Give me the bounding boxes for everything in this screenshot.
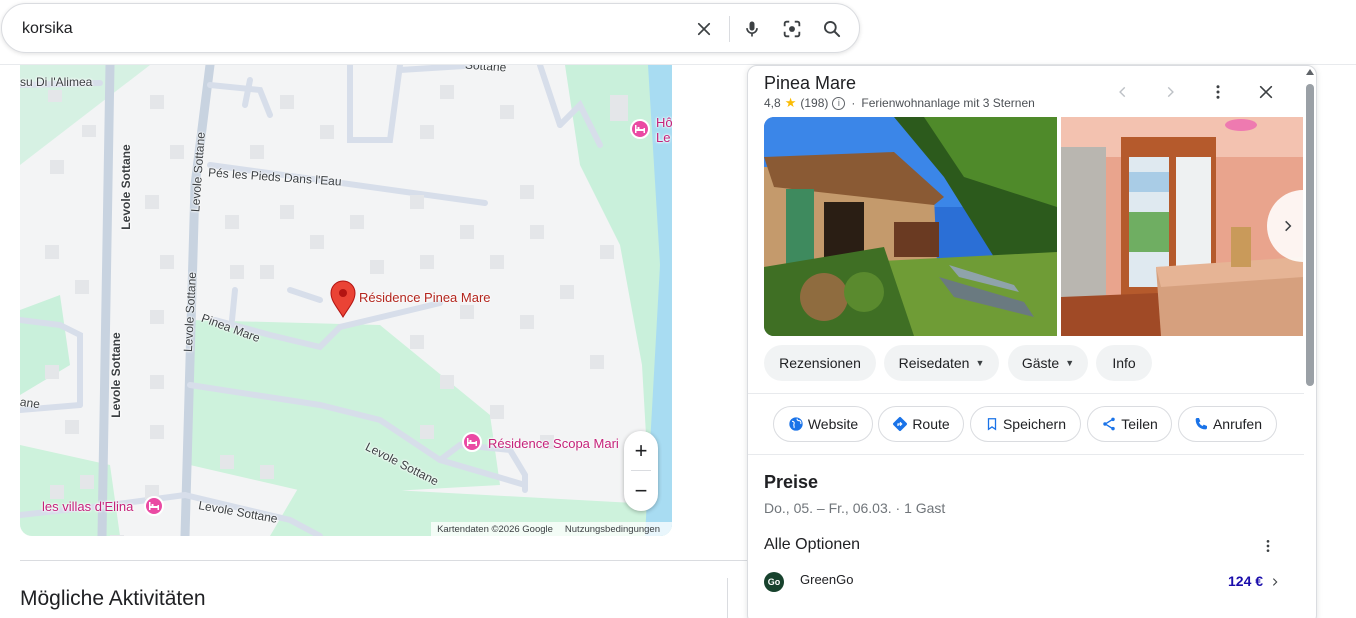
zoom-divider xyxy=(631,470,651,471)
action-label: Anrufen xyxy=(1212,416,1263,432)
close-icon[interactable] xyxy=(1252,78,1280,106)
next-arrow-icon[interactable] xyxy=(1156,78,1184,106)
place-photo[interactable] xyxy=(764,117,1057,336)
all-options-label: Alle Optionen xyxy=(764,536,861,553)
info-icon[interactable]: i xyxy=(832,96,846,110)
provider-logo: Go xyxy=(764,572,784,592)
call-button[interactable]: Anrufen xyxy=(1178,406,1277,442)
tab-guests[interactable]: Gäste ▼ xyxy=(1008,345,1088,381)
provider-name[interactable]: GreenGo xyxy=(800,572,853,587)
globe-icon xyxy=(789,417,803,431)
road-label: Levole Sottane xyxy=(109,332,123,418)
terms-link[interactable]: Nutzungsbedingungen xyxy=(565,524,660,535)
action-label: Website xyxy=(807,416,859,432)
zoom-in-button[interactable]: + xyxy=(624,432,658,470)
map-data-credit: Kartendaten ©2026 Google xyxy=(437,523,553,535)
search-icon[interactable] xyxy=(820,17,844,41)
place-name: Pinea Mare xyxy=(764,73,857,93)
route-button[interactable]: Route xyxy=(878,406,964,442)
hotel-icon[interactable] xyxy=(462,432,482,452)
tab-travel-dates[interactable]: Reisedaten ▼ xyxy=(884,345,999,381)
hotel-icon[interactable] xyxy=(144,496,164,516)
scrollbar[interactable] xyxy=(1305,68,1315,618)
dropdown-arrow-icon: ▼ xyxy=(975,358,985,368)
dropdown-arrow-icon: ▼ xyxy=(1065,358,1075,368)
place-category: Ferienwohnanlage mit 3 Sternen xyxy=(861,96,1035,110)
scroll-up-arrow-icon[interactable] xyxy=(1305,68,1315,76)
panel-divider xyxy=(748,393,1304,394)
directions-icon xyxy=(893,417,908,431)
place-panel: Pinea Mare 4,8 ★ (198) i · Ferienwohnanl… xyxy=(747,65,1317,618)
bookmark-icon xyxy=(987,418,997,431)
action-label: Teilen xyxy=(1121,416,1158,432)
search-bar xyxy=(1,3,860,53)
poi-label[interactable]: Résidence Scopa Mari xyxy=(488,436,619,451)
website-button[interactable]: Website xyxy=(773,406,873,442)
options-menu-icon[interactable] xyxy=(1254,532,1282,560)
activities-title: Mögliche Aktivitäten xyxy=(20,587,206,610)
action-label: Route xyxy=(912,416,950,432)
more-options-icon[interactable] xyxy=(1204,78,1232,106)
panel-divider xyxy=(748,454,1304,455)
clear-icon[interactable] xyxy=(692,17,716,41)
chip-label: Reisedaten xyxy=(898,355,970,371)
price-dates[interactable]: Do., 05. – Fr., 06.03. · 1 Gast xyxy=(764,500,945,516)
rating-value: 4,8 xyxy=(764,96,781,110)
pin-label[interactable]: Résidence Pinea Mare xyxy=(359,290,491,305)
tab-info[interactable]: Info xyxy=(1096,345,1152,381)
zoom-out-button[interactable]: − xyxy=(624,472,658,510)
zoom-control: + − xyxy=(624,431,658,511)
previous-arrow-icon[interactable] xyxy=(1109,78,1137,106)
share-icon xyxy=(1103,417,1115,431)
search-input[interactable] xyxy=(22,17,662,41)
chip-label: Gäste xyxy=(1021,355,1060,371)
microphone-icon[interactable] xyxy=(740,17,764,41)
chevron-right-icon[interactable] xyxy=(1270,574,1284,590)
road-label: Levole Sottane xyxy=(119,144,133,230)
map[interactable]: su Di l'Alimea Sottane Levole Sottane Le… xyxy=(20,65,672,536)
column-divider xyxy=(727,578,728,618)
hotel-icon[interactable] xyxy=(630,119,650,139)
poi-label[interactable]: les villas d'Elina xyxy=(42,499,133,514)
tab-reviews[interactable]: Rezensionen xyxy=(764,345,876,381)
phone-icon xyxy=(1195,418,1207,430)
map-base xyxy=(20,65,672,536)
prices-title: Preise xyxy=(764,472,819,492)
road-label: su Di l'Alimea xyxy=(20,75,93,89)
review-count[interactable]: (198) xyxy=(800,96,828,110)
scrollbar-thumb[interactable] xyxy=(1306,84,1314,386)
meta-dot: · xyxy=(851,96,856,110)
poi-label[interactable]: Le xyxy=(656,130,670,145)
star-icon: ★ xyxy=(784,95,797,110)
share-button[interactable]: Teilen xyxy=(1087,406,1172,442)
chip-label: Rezensionen xyxy=(779,355,861,371)
poi-label[interactable]: Hô xyxy=(656,115,672,130)
camera-lens-icon[interactable] xyxy=(780,17,804,41)
place-meta: 4,8 ★ (198) i · Ferienwohnanlage mit 3 S… xyxy=(764,95,1035,111)
action-label: Speichern xyxy=(1002,416,1067,432)
search-divider xyxy=(729,16,730,42)
map-attribution: Kartendaten ©2026 Google Nutzungsbedingu… xyxy=(431,522,672,536)
save-button[interactable]: Speichern xyxy=(970,406,1081,442)
chip-label: Info xyxy=(1112,355,1136,371)
offer-price[interactable]: 124 € xyxy=(1228,573,1263,589)
road-label: ane xyxy=(20,394,41,412)
section-divider xyxy=(20,560,747,561)
